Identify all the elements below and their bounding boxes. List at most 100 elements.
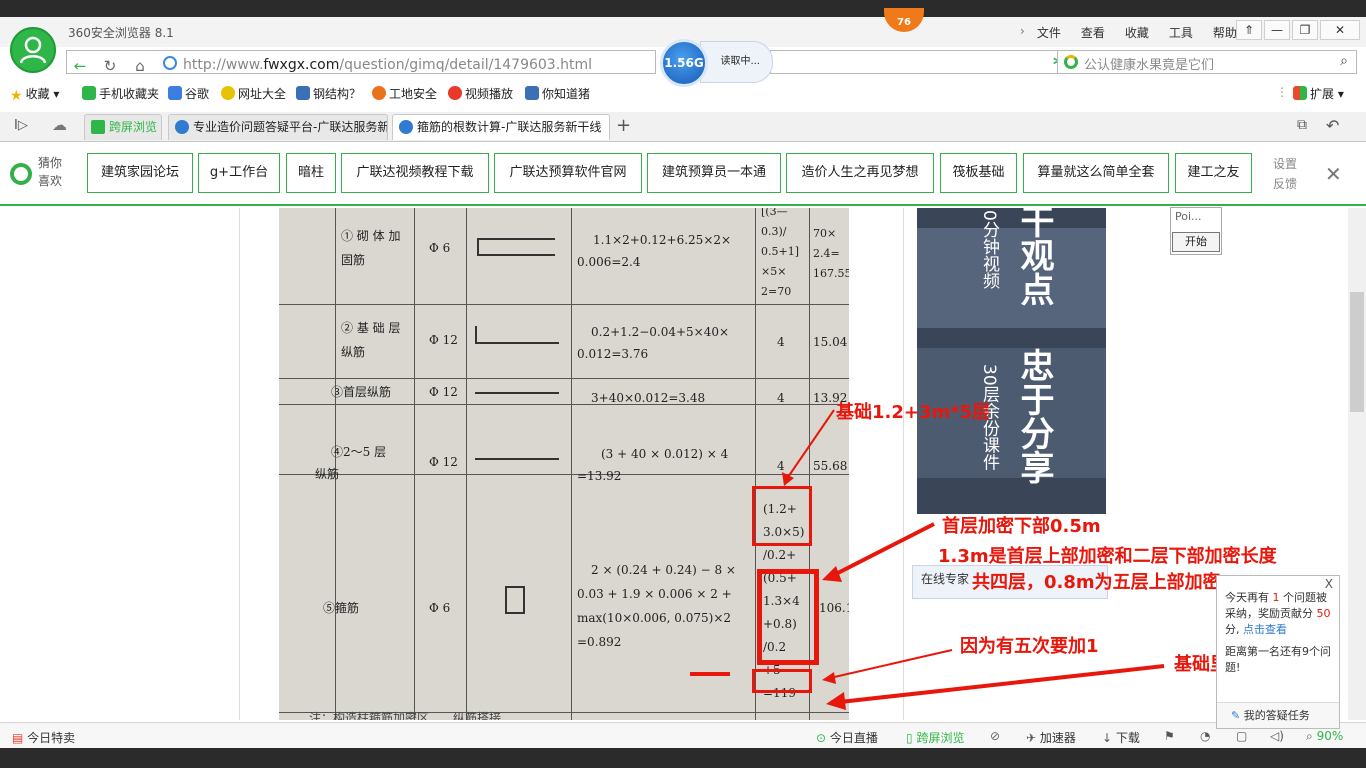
phone-icon: ▯ [906,731,913,745]
minimize-button[interactable]: — [1264,20,1290,40]
site-icon [372,86,386,100]
maximize-button[interactable]: ❐ [1292,20,1318,40]
flag-icon[interactable]: ⚑ [1164,729,1175,743]
rec-tag[interactable]: 建筑家园论坛 [87,153,193,193]
favorites-menu[interactable]: ★ 收藏 ▾ [10,85,59,104]
guess-settings[interactable]: 设置 反馈 [1273,154,1297,194]
site-icon [399,120,413,134]
extensions-button[interactable]: 扩展 ▾ [1293,85,1344,102]
fav-item-portal[interactable]: 网址大全 [221,85,286,102]
guess-logo-icon [10,163,32,185]
cleanup-icon[interactable]: ◔ [1200,729,1210,743]
fav-item-pig[interactable]: 你知道猪 [525,85,590,102]
url-text[interactable]: http://www.fwxgx.com/question/gimq/detai… [183,57,592,73]
task-count: 1 [1272,591,1280,604]
site-icon [175,120,189,134]
play-icon: ⊙ [816,731,827,745]
cloud-icon[interactable]: ☁ [52,116,67,134]
rec-tag[interactable]: 算量就这么简单全套 [1023,153,1169,193]
reload-icon[interactable]: ↻ [99,55,121,77]
annotation-arrowhead [822,672,836,684]
user-avatar[interactable] [10,27,56,73]
menu-favorites[interactable]: 收藏 [1125,24,1149,41]
close-button[interactable]: ✕ [1320,20,1360,40]
rec-tag[interactable]: 筏板基础 [940,153,1017,193]
menu-file[interactable]: 文件 [1037,24,1061,41]
speed-ball[interactable]: 1.56G [660,39,708,87]
more-icon[interactable]: ⋮ [1276,85,1288,99]
tab-stirrup-count[interactable]: 箍筋的根数计算-广联达服务新干线 [392,114,610,140]
menu-help[interactable]: 帮助 [1213,24,1237,41]
skin-button[interactable]: ⇑ [1236,20,1262,40]
notification-badge[interactable]: 76 [884,8,924,32]
chevron-right-icon[interactable]: › [1020,24,1025,41]
fav-item-safety[interactable]: 工地安全 [372,85,437,102]
fav-item-mobile[interactable]: 手机收藏夹 [82,85,159,102]
phone-icon [82,86,96,100]
annotation-arrow [831,522,935,578]
home-icon[interactable]: ⌂ [129,55,151,77]
rec-tag[interactable]: 建工之友 [1175,153,1252,193]
search-icon[interactable]: ⌕ [1340,53,1348,69]
close-icon[interactable]: X [1325,576,1333,592]
view-link[interactable]: 点击查看 [1243,623,1287,636]
daily-deals[interactable]: ▤ 今日特卖 [12,729,75,746]
fav-item-steel[interactable]: 钢结构？ [296,85,361,102]
gesture-icon[interactable]: ⊘ [990,729,1000,743]
portal-icon [221,86,235,100]
fav-item-google[interactable]: 谷歌 [168,85,209,102]
site-icon [525,86,539,100]
annotation-arrowhead [822,566,842,582]
tab-list-icon[interactable]: ⧉ [1297,117,1307,133]
search-placeholder: 公认健康水果竟是它们 [1084,58,1215,73]
annotation-arrow [829,649,953,679]
back-arrow-icon[interactable]: ← [69,55,91,77]
task-text: 今天再有 [1225,591,1269,604]
annotation-arrowhead [826,692,846,710]
zoom-control[interactable]: ⌕ 90% [1306,729,1343,744]
guess-title: 猜你喜欢 [38,156,63,188]
rocket-icon: ✈ [1026,731,1037,745]
menu-view[interactable]: 查看 [1081,24,1105,41]
google-icon [168,86,182,100]
start-button[interactable]: 开始 [1172,232,1220,252]
site-security-icon [163,56,177,70]
rec-tag[interactable]: g+工作台 [198,153,280,193]
shop-icon: ▤ [12,731,24,745]
annotation-arrow [785,409,835,481]
loading-indicator: 读取中... [700,41,773,83]
close-icon[interactable]: ✕ [1325,162,1342,186]
annotation-arrows [782,409,1165,710]
rec-tag[interactable]: 广联达视频教程下载 [341,153,489,193]
tab-cross-screen[interactable]: 跨屏浏览 [84,114,162,140]
address-bar[interactable]: ← ↻ ⌂ http://www.fwxgx.com/question/gimq… [66,50,656,77]
mini-popup-title: Poi... [1175,210,1202,223]
window-icon[interactable]: ▢ [1236,729,1247,743]
rec-tag[interactable]: 广联达预算软件官网 [494,153,642,193]
new-tab-icon[interactable]: + [616,115,631,136]
download-button[interactable]: ↓ 下载 [1102,729,1140,746]
annotation-arrow [839,664,1165,704]
menu-tools[interactable]: 工具 [1169,24,1193,41]
sidebar-toggle-icon[interactable]: I▷ [14,118,28,133]
task-popup: X 今天再有 1 个问题被采纳，奖励贡献分 50 分, 点击查看 距离第一名还有… [1216,575,1340,729]
rec-tag[interactable]: 建筑预算员一本通 [647,153,781,193]
cross-screen-button[interactable]: ▯ 跨屏浏览 [906,729,964,746]
fav-item-video[interactable]: 视频播放 [448,85,513,102]
undo-close-icon[interactable]: ↶ [1326,116,1339,135]
browser-window: 360安全浏览器 8.1 76 › 文件 查看 收藏 工具 帮助 ⇑ — ❐ ✕… [0,8,1366,748]
page-content: ① 砌 体 加 固筋 Φ 6 1.1×2+0.12+6.25×2× 0.006=… [0,208,1366,720]
phone-icon [91,120,105,134]
accelerator-button[interactable]: ✈ 加速器 [1026,729,1076,746]
menu-bar: › 文件 查看 收藏 工具 帮助 [1020,24,1257,41]
rec-tag[interactable]: 暗柱 [286,153,336,193]
rec-tag[interactable]: 造价人生之再见梦想 [786,153,934,193]
live-button[interactable]: ⊙ 今日直播 [816,729,878,746]
my-tasks-button[interactable]: ✎ 我的答疑任务 [1217,702,1339,728]
search-engine-icon[interactable] [1064,55,1078,69]
volume-icon[interactable]: ◁) [1270,729,1284,743]
mini-popup: Poi... 开始 [1170,207,1222,255]
annotation-arrowhead [782,472,794,486]
tab-qa-platform[interactable]: 专业造价问题答疑平台-广联达服务新干线 [168,114,388,140]
search-input[interactable]: 公认健康水果竟是它们 ⌕ [1057,50,1357,74]
